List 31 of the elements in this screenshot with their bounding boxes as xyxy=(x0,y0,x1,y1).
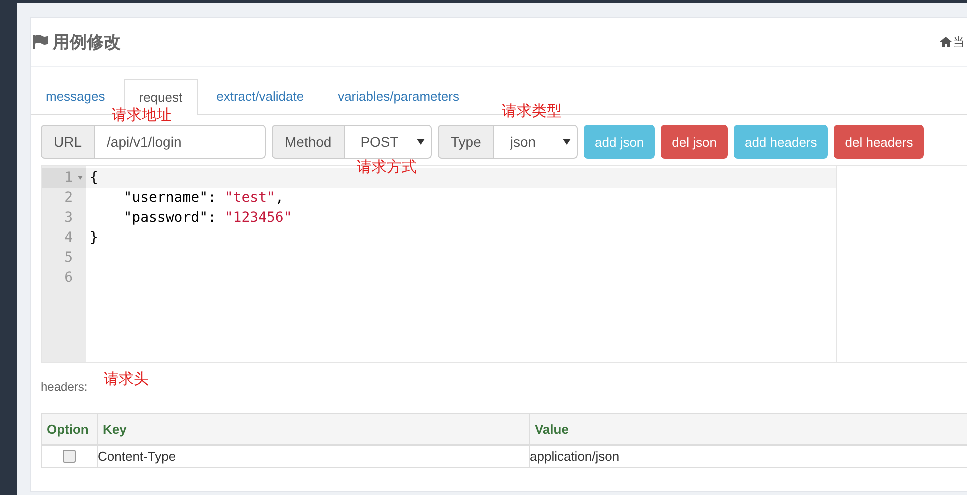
table-cell: application/json xyxy=(530,449,620,464)
line-number: 5 xyxy=(64,250,73,266)
type-select[interactable]: json xyxy=(494,125,578,159)
tab[interactable]: variables/parameters xyxy=(323,79,474,114)
method-label: Method xyxy=(272,125,345,159)
code-line: } xyxy=(90,230,98,246)
code-line: "password": "123456" xyxy=(122,210,292,226)
line-number: 3 xyxy=(64,210,73,226)
line-number: 1 xyxy=(64,170,73,186)
url-label: URL xyxy=(41,125,96,159)
annotation-text: 请求头 xyxy=(104,370,149,389)
url-field[interactable]: /api/v1/login xyxy=(95,125,266,159)
line-number: 4 xyxy=(64,230,73,246)
breadcrumb-text[interactable]: 当 xyxy=(953,34,965,50)
line-number: 2 xyxy=(64,190,73,206)
page-title: 用例修改 xyxy=(53,32,121,54)
method-select[interactable]: POST xyxy=(344,125,432,159)
delete-button[interactable]: del headers xyxy=(834,125,924,159)
annotation-text: 请求类型 xyxy=(502,102,562,121)
annotation-text: 请求方式 xyxy=(357,158,417,177)
delete-button[interactable]: del json xyxy=(661,125,728,159)
column-header: Value xyxy=(535,422,569,436)
column-header: Option xyxy=(47,422,89,436)
column-header: Key xyxy=(103,422,127,436)
tab[interactable]: extract/validate xyxy=(202,79,320,114)
code-line: { xyxy=(90,170,98,186)
line-number: 6 xyxy=(64,270,73,286)
headers-label: headers: xyxy=(41,380,88,394)
type-label: Type xyxy=(438,125,494,159)
code-line: "username": "test", xyxy=(122,190,284,206)
table-cell: Content-Type xyxy=(98,449,176,464)
